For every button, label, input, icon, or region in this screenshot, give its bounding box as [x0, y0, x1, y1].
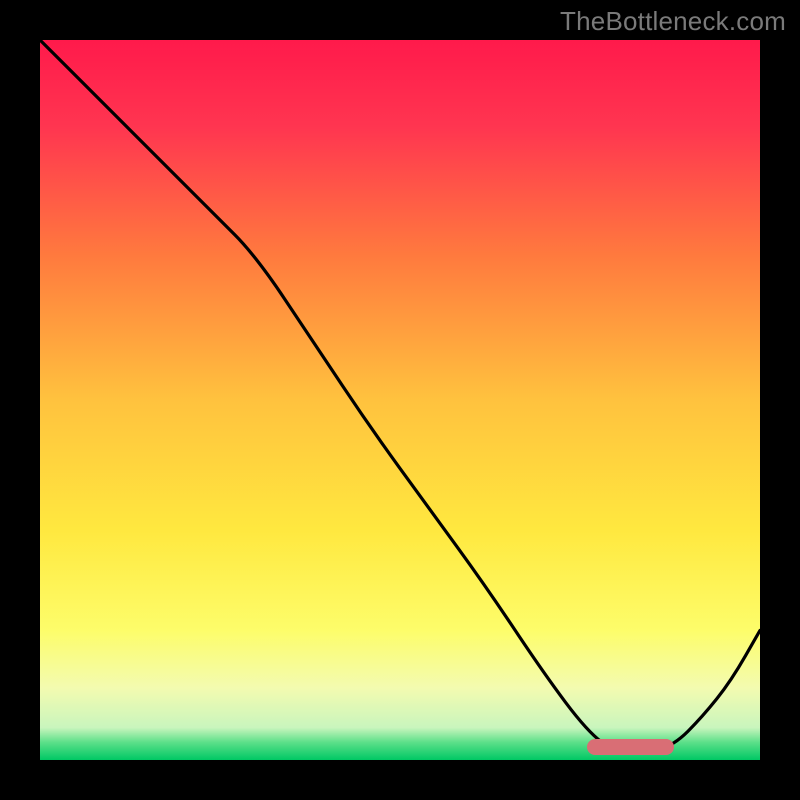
- curve-line: [40, 40, 760, 753]
- plot-area: [40, 40, 760, 760]
- chart-stage: TheBottleneck.com: [0, 0, 800, 800]
- watermark-text: TheBottleneck.com: [560, 6, 786, 37]
- curve-layer: [40, 40, 760, 760]
- optimal-range-marker: [587, 739, 673, 755]
